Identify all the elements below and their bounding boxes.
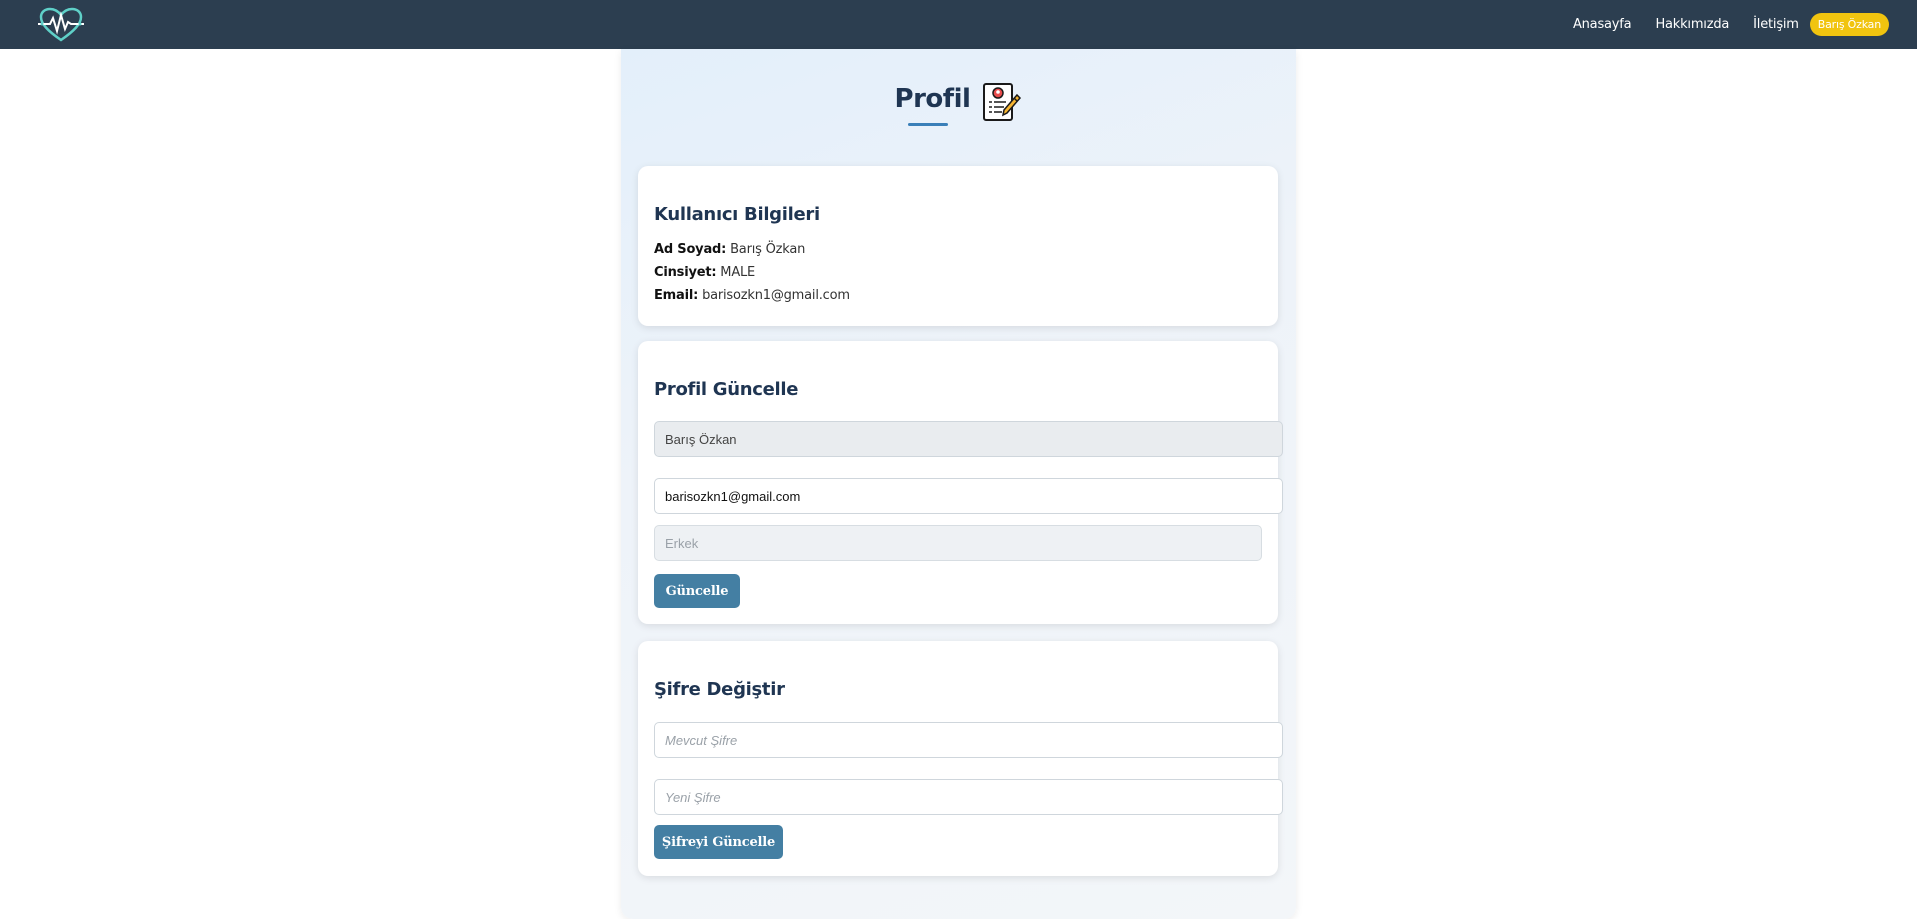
- email-info: Email: barisozkn1@gmail.com: [654, 288, 850, 303]
- user-info-title: Kullanıcı Bilgileri: [654, 204, 820, 225]
- title-wrap: Profil: [894, 79, 971, 126]
- user-info-card: Kullanıcı Bilgileri Ad Soyad: Barış Özka…: [638, 166, 1278, 326]
- name-field[interactable]: Barış Özkan: [654, 421, 1283, 457]
- user-badge[interactable]: Barış Özkan: [1809, 13, 1889, 36]
- password-change-card: Şifre Değiştir Mevcut Şifre Yeni Şifre Ş…: [638, 641, 1283, 876]
- current-password-input[interactable]: Mevcut Şifre: [654, 722, 1283, 758]
- navbar: Anasayfa Hakkımızda İletişim Barış Özkan: [0, 0, 1917, 49]
- update-profile-button[interactable]: Güncelle: [654, 574, 740, 608]
- gender-select[interactable]: Erkek: [654, 525, 1262, 561]
- nav-links: Anasayfa Hakkımızda İletişim Barış Özkan: [1549, 13, 1889, 36]
- title-underline: [907, 123, 948, 126]
- gender-label: Cinsiyet:: [654, 265, 717, 280]
- nav-link-about[interactable]: Hakkımızda: [1655, 17, 1729, 32]
- update-password-button[interactable]: Şifreyi Güncelle: [654, 825, 783, 859]
- email-label: Email:: [654, 288, 699, 303]
- email-field[interactable]: barisozkn1@gmail.com: [654, 478, 1283, 514]
- password-change-title: Şifre Değiştir: [654, 679, 785, 700]
- page-title: Profil: [894, 84, 971, 114]
- gender-value: MALE: [720, 265, 756, 280]
- nav-link-contact[interactable]: İletişim: [1753, 17, 1799, 32]
- name-label: Ad Soyad:: [654, 242, 727, 257]
- gender-info: Cinsiyet: MALE: [654, 265, 755, 280]
- name-info: Ad Soyad: Barış Özkan: [654, 242, 805, 257]
- name-value: Barış Özkan: [730, 242, 806, 257]
- profile-container: Profil Kullanıcı Bilgileri Ad Soyad: Bar…: [621, 49, 1296, 919]
- new-password-input[interactable]: Yeni Şifre: [654, 779, 1283, 815]
- profile-document-pen-icon: [980, 81, 1022, 123]
- nav-link-home[interactable]: Anasayfa: [1573, 17, 1632, 32]
- heartbeat-logo-icon[interactable]: [38, 7, 86, 43]
- email-value: barisozkn1@gmail.com: [702, 288, 850, 303]
- page-header: Profil: [621, 79, 1296, 139]
- profile-update-card: Profil Güncelle Barış Özkan barisozkn1@g…: [638, 341, 1283, 624]
- profile-update-title: Profil Güncelle: [654, 379, 799, 400]
